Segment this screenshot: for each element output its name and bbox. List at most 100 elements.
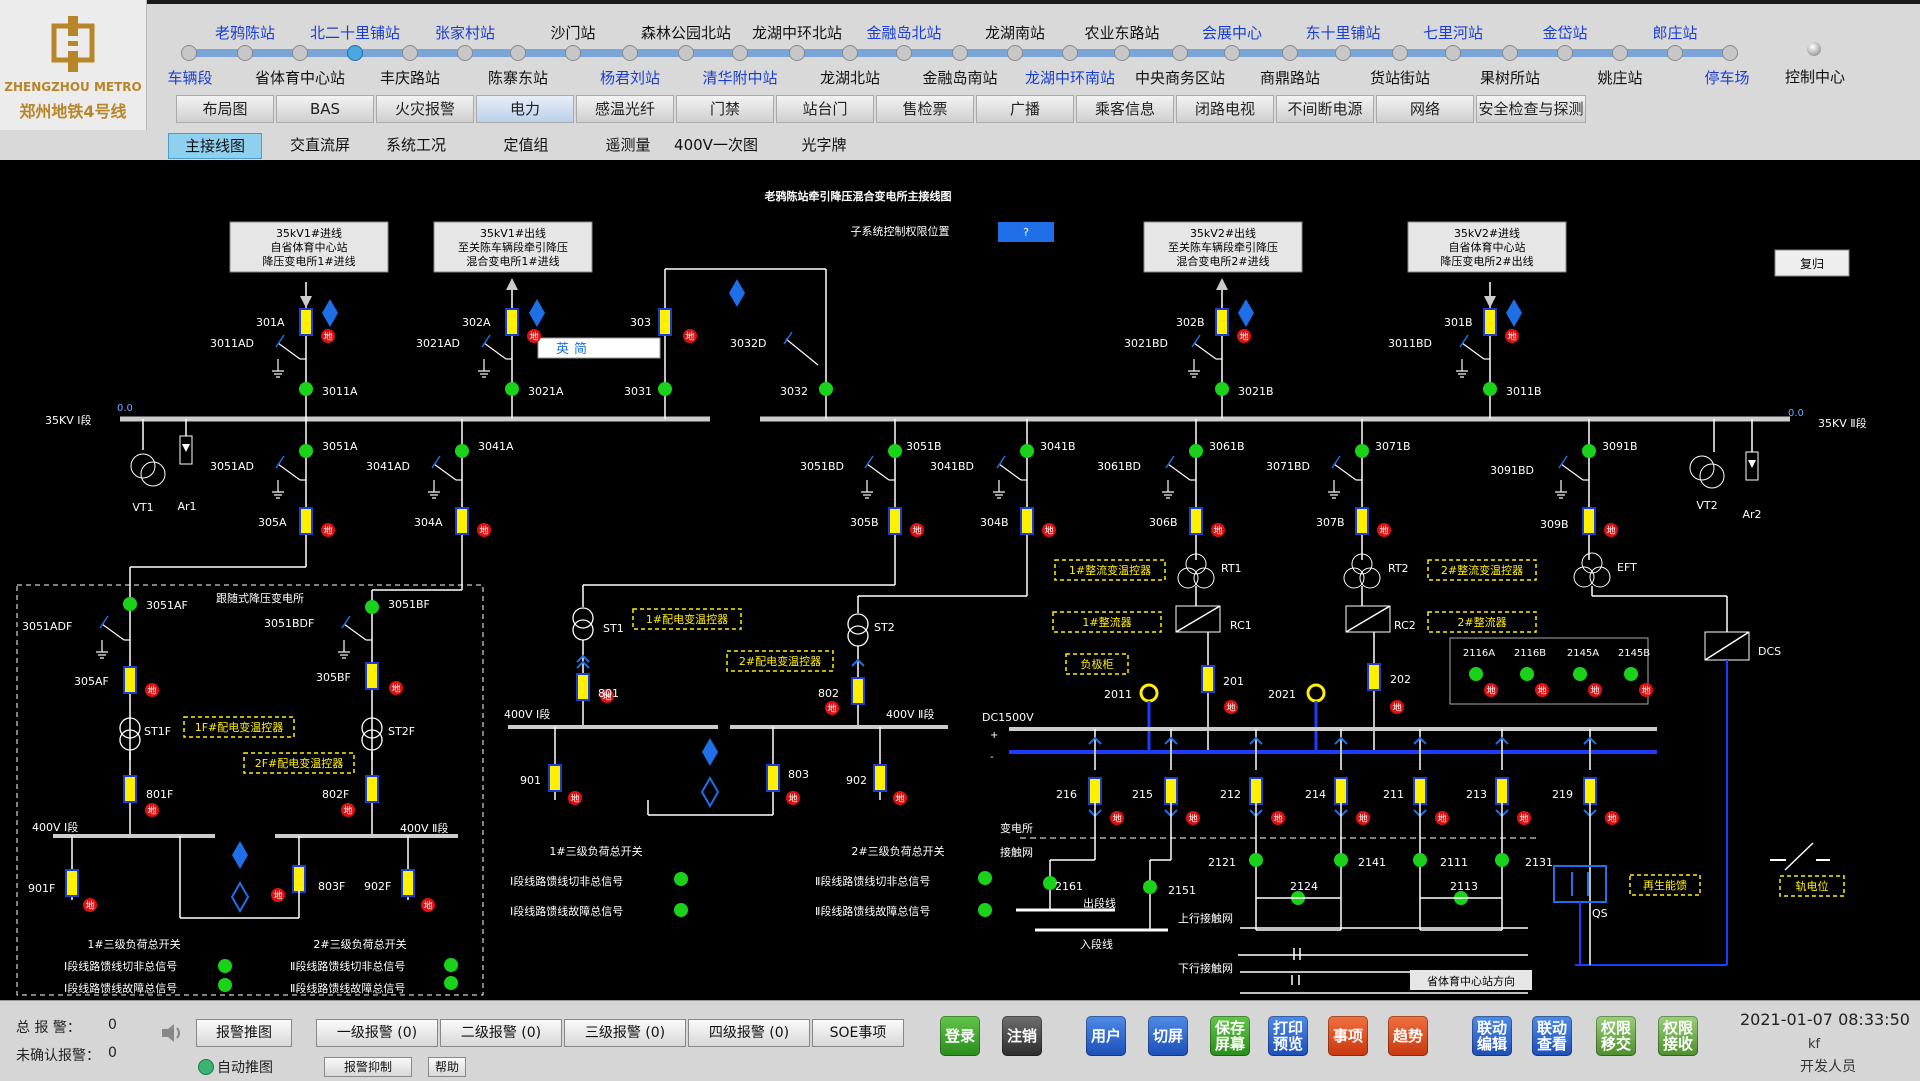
station-link[interactable]: 森林公园北站 xyxy=(641,22,731,43)
circuit-breaker-201[interactable] xyxy=(1201,665,1215,693)
disconnector[interactable] xyxy=(455,444,469,458)
signal-indicator[interactable] xyxy=(978,871,992,885)
disconnector[interactable] xyxy=(1355,444,1369,458)
circuit-breaker-s212[interactable] xyxy=(1249,777,1263,805)
station-link[interactable]: 龙湖中环南站 xyxy=(1025,67,1115,88)
circuit-breaker-s211[interactable] xyxy=(1413,777,1427,805)
station-dot[interactable] xyxy=(457,45,473,61)
permission-transfer-button[interactable]: 权限 移交 xyxy=(1596,1016,1636,1056)
circuit-breaker-s214[interactable] xyxy=(1334,777,1348,805)
circuit-breaker-s215[interactable] xyxy=(1164,777,1178,805)
view-subtab[interactable]: 定值组 xyxy=(478,133,574,157)
station-link[interactable]: 金融岛北站 xyxy=(866,22,941,43)
switch-s2131[interactable] xyxy=(1495,853,1509,867)
station-link[interactable]: 杨君刘站 xyxy=(600,67,660,88)
station-link[interactable]: 货站街站 xyxy=(1370,67,1430,88)
station-dot[interactable] xyxy=(789,45,805,61)
station-dot[interactable] xyxy=(1667,45,1683,61)
switch-2011[interactable] xyxy=(1139,683,1159,703)
signal-indicator[interactable] xyxy=(978,903,992,917)
alarm-push-button[interactable]: 报警推图 xyxy=(196,1019,292,1047)
logout-button[interactable]: 注销 xyxy=(1002,1016,1042,1056)
station-dot[interactable] xyxy=(1282,45,1298,61)
circuit-breaker-302A[interactable] xyxy=(505,308,519,336)
station-dot[interactable] xyxy=(1392,45,1408,61)
station-dot[interactable] xyxy=(1062,45,1078,61)
station-dot[interactable] xyxy=(1224,45,1240,61)
login-button[interactable]: 登录 xyxy=(940,1016,980,1056)
station-dot[interactable] xyxy=(565,45,581,61)
permission-receive-button[interactable]: 权限 接收 xyxy=(1658,1016,1698,1056)
subsystem-tab[interactable]: 感温光纤 xyxy=(576,95,674,123)
level4-alarm-button[interactable]: 四级报警 (0) xyxy=(688,1019,810,1047)
station-dot[interactable] xyxy=(842,45,858,61)
signal-indicator[interactable] xyxy=(444,958,458,972)
auto-push-indicator[interactable] xyxy=(198,1059,214,1075)
station-link[interactable]: 七里河站 xyxy=(1423,22,1483,43)
station-dot[interactable] xyxy=(1172,45,1188,61)
station-dot[interactable] xyxy=(1502,45,1518,61)
save-screen-button[interactable]: 保存 屏幕 xyxy=(1210,1016,1250,1056)
events-button[interactable]: 事项 xyxy=(1328,1016,1368,1056)
station-dot[interactable] xyxy=(510,45,526,61)
disconnector[interactable] xyxy=(365,600,379,614)
disconnector-3031[interactable] xyxy=(658,382,672,396)
alarm-suppress-button[interactable]: 报警抑制 xyxy=(324,1057,412,1077)
isolator-s2145B[interactable] xyxy=(1624,667,1638,681)
station-link[interactable]: 清华附中站 xyxy=(702,67,777,88)
switch-s2121[interactable] xyxy=(1249,853,1263,867)
signal-indicator[interactable] xyxy=(444,976,458,990)
station-link[interactable]: 老鸦陈站 xyxy=(215,22,275,43)
station-link[interactable]: 停车场 xyxy=(1704,67,1749,88)
link-edit-button[interactable]: 联动 编辑 xyxy=(1472,1016,1512,1056)
switch-2021[interactable] xyxy=(1306,683,1326,703)
station-link[interactable]: 东十里铺站 xyxy=(1305,22,1380,43)
speaker-icon[interactable] xyxy=(160,1021,186,1045)
station-dot[interactable] xyxy=(1612,45,1628,61)
switch-screen-button[interactable]: 切屏 xyxy=(1148,1016,1188,1056)
station-link[interactable]: 车辆段 xyxy=(167,67,212,88)
station-dot[interactable] xyxy=(1722,45,1738,61)
circuit-breaker-s213[interactable] xyxy=(1495,777,1509,805)
disconnector-3011A[interactable] xyxy=(299,382,313,396)
level1-alarm-button[interactable]: 一级报警 (0) xyxy=(316,1019,438,1047)
station-dot[interactable] xyxy=(347,45,363,61)
subsystem-tab[interactable]: 安全检查与探测 xyxy=(1476,95,1586,123)
circuit-breaker-301B[interactable] xyxy=(1483,308,1497,336)
station-dot[interactable] xyxy=(896,45,912,61)
station-link[interactable]: 龙湖北站 xyxy=(820,67,880,88)
station-dot[interactable] xyxy=(952,45,968,61)
circuit-breaker[interactable] xyxy=(888,507,902,535)
disconnector-3021B[interactable] xyxy=(1215,382,1229,396)
isolator-s2145A[interactable] xyxy=(1573,667,1587,681)
disconnector-3011B[interactable] xyxy=(1483,382,1497,396)
disconnector[interactable] xyxy=(299,444,313,458)
station-link[interactable]: 中央商务区站 xyxy=(1135,67,1225,88)
circuit-breaker-s216[interactable] xyxy=(1088,777,1102,805)
circuit-breaker[interactable] xyxy=(365,662,379,690)
disconnector[interactable] xyxy=(888,444,902,458)
circuit-breaker-801[interactable] xyxy=(576,673,590,701)
station-link[interactable]: 张家村站 xyxy=(435,22,495,43)
station-link[interactable]: 果树所站 xyxy=(1480,67,1540,88)
subsystem-tab[interactable]: 门禁 xyxy=(676,95,774,123)
station-dot[interactable] xyxy=(237,45,253,61)
disconnector[interactable] xyxy=(1582,444,1596,458)
station-link[interactable]: 金融岛南站 xyxy=(922,67,997,88)
circuit-breaker[interactable] xyxy=(292,865,306,893)
circuit-breaker[interactable] xyxy=(123,775,137,803)
isolator-s2116B[interactable] xyxy=(1520,667,1534,681)
view-subtab[interactable]: 遥测量 xyxy=(580,133,676,157)
station-dot[interactable] xyxy=(402,45,418,61)
view-subtab[interactable]: 主接线图 xyxy=(168,133,262,159)
circuit-breaker[interactable] xyxy=(401,869,415,897)
circuit-breaker[interactable] xyxy=(65,869,79,897)
control-center-link[interactable]: 控制中心 xyxy=(1780,66,1850,87)
view-subtab[interactable]: 400V一次图 xyxy=(668,133,764,157)
link-view-button[interactable]: 联动 查看 xyxy=(1532,1016,1572,1056)
view-subtab[interactable]: 系统工况 xyxy=(368,133,464,157)
user-button[interactable]: 用户 xyxy=(1086,1016,1126,1056)
subsystem-tab[interactable]: 闭路电视 xyxy=(1176,95,1274,123)
circuit-breaker[interactable] xyxy=(365,775,379,803)
subsystem-tab[interactable]: 广播 xyxy=(976,95,1074,123)
